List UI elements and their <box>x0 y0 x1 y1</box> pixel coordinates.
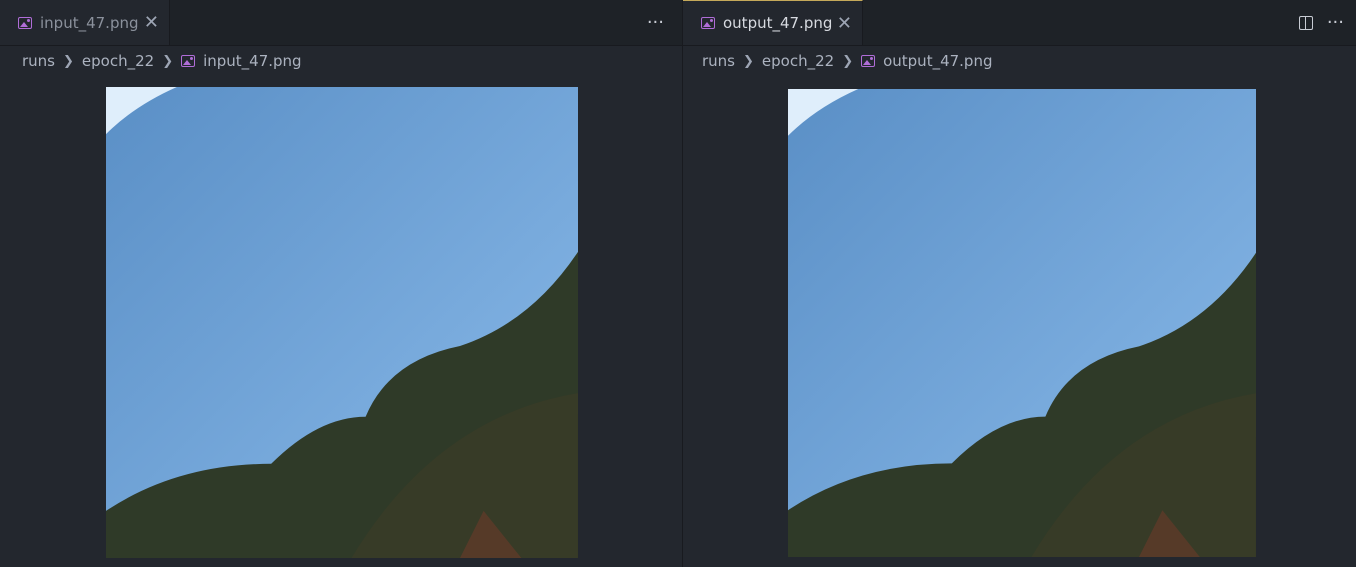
image-icon <box>861 55 876 67</box>
breadcrumb-item[interactable]: input_47.png <box>203 52 302 70</box>
sky-tree-image <box>106 87 578 558</box>
chevron-right-icon: ❯ <box>63 53 74 69</box>
more-actions-icon[interactable]: ··· <box>1327 12 1344 33</box>
breadcrumb-item[interactable]: output_47.png <box>883 52 992 70</box>
breadcrumb-item[interactable]: runs <box>702 52 735 70</box>
chevron-right-icon: ❯ <box>162 53 174 69</box>
image-icon <box>18 16 32 29</box>
more-actions-icon[interactable]: ··· <box>647 12 664 33</box>
image-preview <box>788 89 1256 557</box>
tab-output-image[interactable]: output_47.png ✕ <box>683 0 863 45</box>
tab-actions: ··· <box>1298 0 1344 45</box>
tab-label: output_47.png <box>723 14 833 32</box>
image-icon <box>701 17 715 29</box>
tab-input-image[interactable]: input_47.png ✕ <box>0 0 170 45</box>
breadcrumb-item[interactable]: epoch_22 <box>762 52 834 70</box>
tab-bar: input_47.png ✕ ··· <box>0 0 682 46</box>
chevron-right-icon: ❯ <box>743 53 754 69</box>
split-editor-icon[interactable] <box>1298 15 1313 30</box>
breadcrumb: runs ❯ epoch_22 ❯ input_47.png <box>22 50 302 72</box>
close-icon[interactable]: ✕ <box>144 12 159 33</box>
editor-pane-right: output_47.png ✕ ··· runs ❯ epoch_22 ❯ ou… <box>683 0 1356 567</box>
tab-actions: ··· <box>647 0 664 45</box>
tab-label: input_47.png <box>40 13 139 32</box>
editor-pane-left: input_47.png ✕ ··· runs ❯ epoch_22 ❯ inp… <box>0 0 682 567</box>
breadcrumb: runs ❯ epoch_22 ❯ output_47.png <box>702 50 992 72</box>
sky-tree-image <box>788 89 1256 557</box>
breadcrumb-item[interactable]: runs <box>22 52 55 70</box>
close-icon[interactable]: ✕ <box>837 13 852 34</box>
tab-bar: output_47.png ✕ ··· <box>683 0 1356 46</box>
breadcrumb-item[interactable]: epoch_22 <box>82 52 154 70</box>
image-icon <box>181 55 196 67</box>
chevron-right-icon: ❯ <box>842 53 854 69</box>
image-preview <box>106 87 578 558</box>
